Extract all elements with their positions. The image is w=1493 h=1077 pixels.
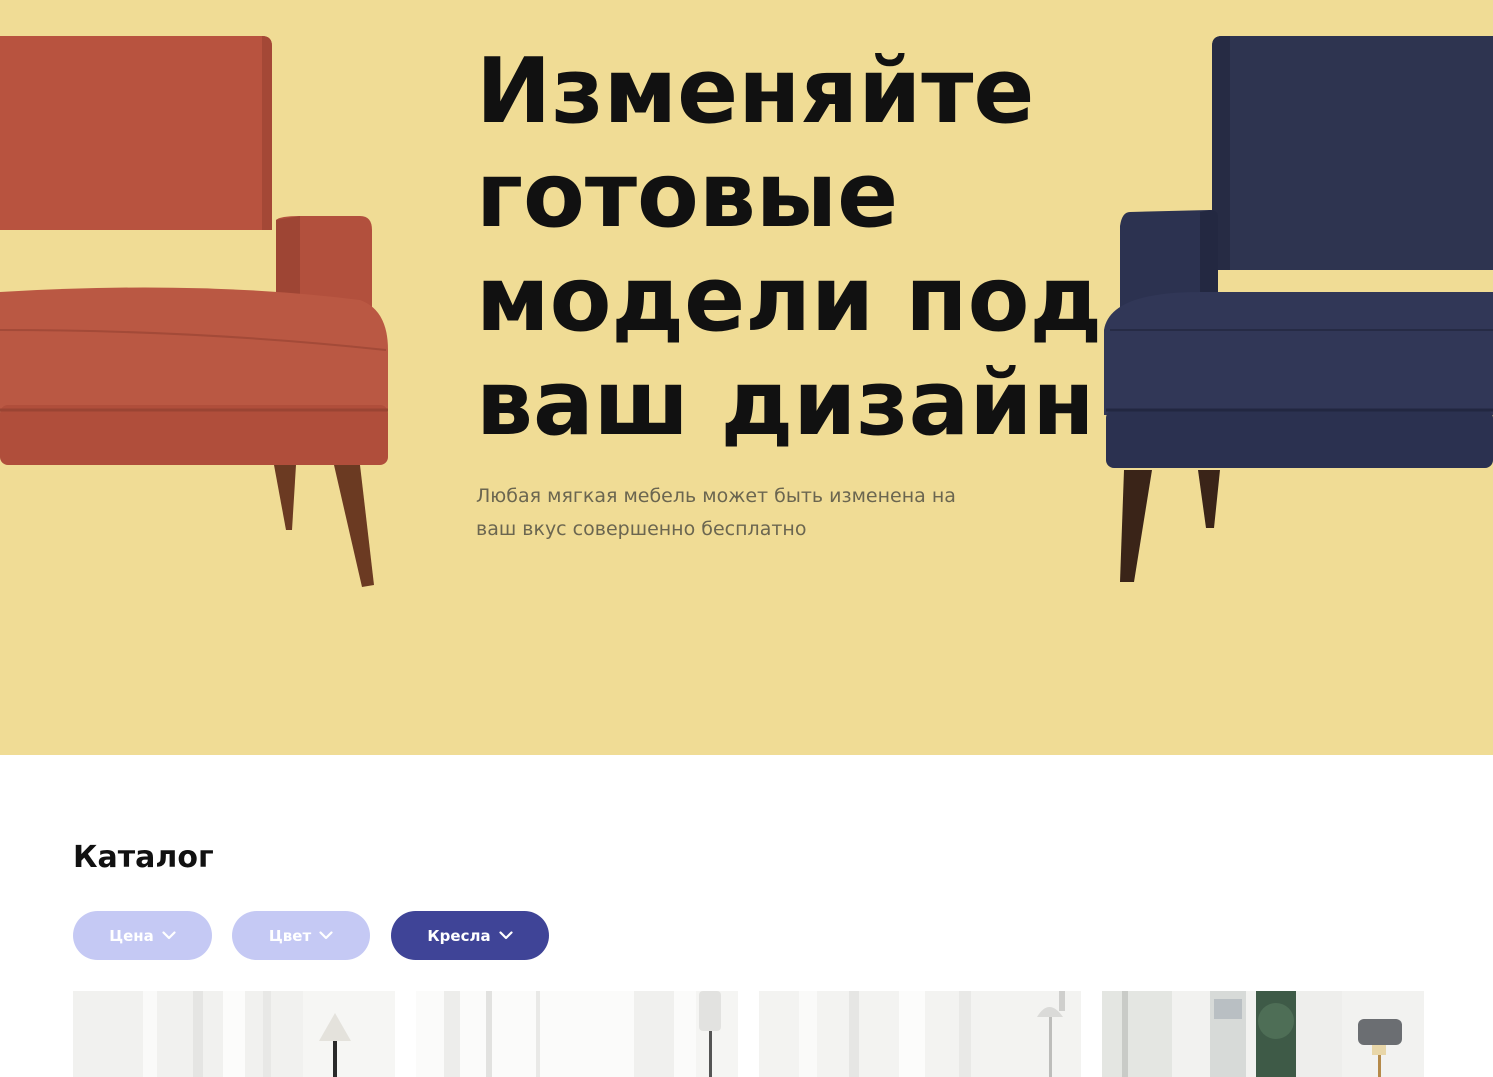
hero-title-line: модели под (476, 247, 1103, 352)
product-image (416, 991, 738, 1077)
filter-price-button[interactable]: Цена (73, 911, 212, 960)
hero-title-line: готовые (476, 143, 899, 248)
chevron-down-icon (162, 931, 176, 940)
catalog-title: Каталог (73, 840, 214, 875)
product-image (1102, 991, 1424, 1077)
product-card[interactable] (416, 991, 738, 1077)
product-card[interactable] (1102, 991, 1424, 1077)
chevron-down-icon (498, 931, 513, 940)
product-card[interactable] (759, 991, 1081, 1077)
hero-banner: Изменяйте готовые модели под ваш дизайн … (0, 0, 1493, 755)
orange-armchair-image (0, 36, 388, 587)
hero-subtitle-line: ваш вкус совершенно бесплатно (476, 518, 807, 540)
chevron-down-icon (319, 931, 333, 940)
filter-label: Цена (109, 926, 154, 945)
filter-chairs-button[interactable]: Кресла (391, 911, 549, 960)
navy-armchair-image (1104, 36, 1493, 582)
product-image (73, 991, 395, 1077)
hero-title: Изменяйте готовые модели под ваш дизайн (476, 39, 1103, 456)
filter-color-button[interactable]: Цвет (232, 911, 370, 960)
hero-subtitle-line: Любая мягкая мебель может быть изменена … (476, 485, 956, 507)
filter-label: Кресла (427, 926, 491, 945)
product-image (759, 991, 1081, 1077)
filter-label: Цвет (268, 926, 312, 945)
product-grid (73, 991, 1425, 1077)
hero-title-line: Изменяйте (476, 39, 1035, 144)
product-card[interactable] (73, 991, 395, 1077)
hero-title-line: ваш дизайн (476, 351, 1095, 456)
hero-subtitle: Любая мягкая мебель может быть изменена … (476, 480, 1036, 546)
